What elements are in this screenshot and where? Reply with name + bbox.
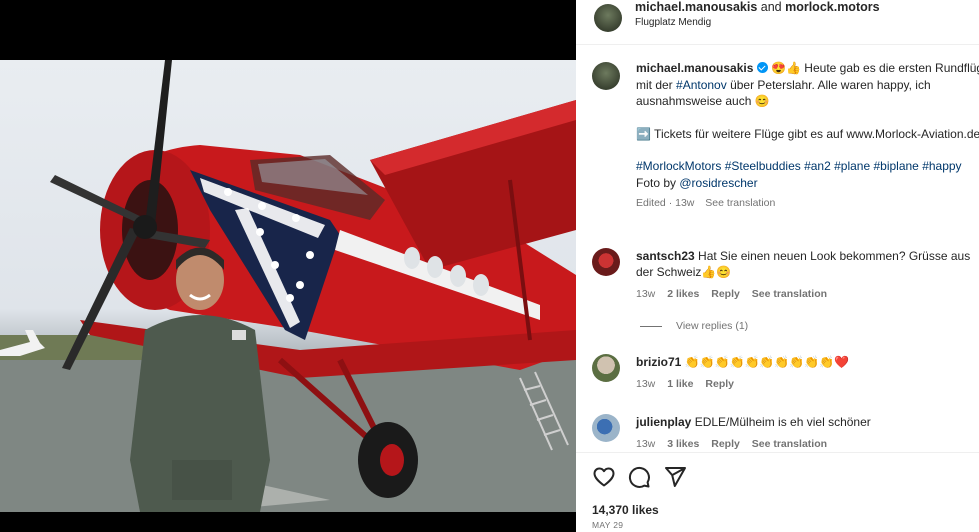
caption-edited-time: Edited · 13w: [636, 197, 695, 209]
comment-text: julienplay EDLE/Mülheim is eh viel schön…: [636, 414, 976, 430]
commenter-avatar[interactable]: [592, 354, 620, 382]
comment-icon[interactable]: [627, 465, 651, 489]
comment-likes-button[interactable]: 1 like: [667, 378, 693, 390]
comment-reply-button[interactable]: Reply: [711, 288, 740, 300]
share-icon[interactable]: [663, 465, 687, 489]
caption-emoji: 😍👍: [771, 61, 801, 75]
heart-icon[interactable]: [592, 465, 616, 489]
commenter-avatar[interactable]: [592, 414, 620, 442]
location-link[interactable]: Flugplatz Mendig: [635, 17, 711, 28]
commenter-username-link[interactable]: julienplay: [636, 415, 691, 429]
commenter-avatar[interactable]: [592, 248, 620, 276]
comment-time: 13w: [636, 288, 656, 300]
caption-foto-by: Foto by: [636, 175, 680, 190]
caption-see-translation-button[interactable]: See translation: [705, 197, 775, 209]
caption-author-avatar[interactable]: [592, 62, 620, 90]
post-media[interactable]: [0, 0, 576, 532]
comment-see-translation-button[interactable]: See translation: [752, 288, 827, 300]
verified-badge-icon: [756, 62, 768, 73]
post-header: michael.manousakis and morlock.motors Fl…: [576, 0, 979, 45]
commenter-username-link[interactable]: santsch23: [636, 249, 695, 263]
post-date[interactable]: MAY 29: [592, 520, 623, 530]
caption-username-link[interactable]: michael.manousakis: [636, 61, 753, 75]
comment-reply-button[interactable]: Reply: [705, 378, 734, 390]
comment-time: 13w: [636, 438, 656, 450]
caption-tickets-line: ➡️ Tickets für weitere Flüge gibt es auf…: [636, 126, 979, 141]
author-avatar[interactable]: [594, 4, 622, 32]
comment-text: brizio71 👏👏👏👏👏👏👏👏👏👏❤️: [636, 354, 976, 370]
photographer-mention-link[interactable]: @rosidrescher: [679, 176, 757, 190]
authors-conjunction: and: [757, 0, 786, 14]
comment-see-translation-button[interactable]: See translation: [752, 438, 827, 450]
post-authors: michael.manousakis and morlock.motors: [635, 0, 880, 14]
post-actions: 14,370 likes MAY 29: [576, 452, 979, 532]
comment-reply-button[interactable]: Reply: [711, 438, 740, 450]
comment-time: 13w: [636, 378, 656, 390]
comment-body: EDLE/Mülheim is eh viel schöner: [691, 415, 871, 429]
comment-text: santsch23 Hat Sie einen neuen Look bekom…: [636, 248, 976, 280]
airplane-photo: [0, 60, 576, 512]
likes-count-button[interactable]: 14,370 likes: [592, 503, 659, 517]
caption-text: michael.manousakis 😍👍 Heute gab es die e…: [636, 60, 979, 212]
comment-likes-button[interactable]: 2 likes: [667, 288, 699, 300]
caption-hashtags-link[interactable]: #MorlockMotors #Steelbuddies #an2 #plane…: [636, 158, 979, 175]
replies-divider-line: [640, 325, 662, 327]
author-username-link[interactable]: michael.manousakis: [635, 0, 757, 14]
comment-likes-button[interactable]: 3 likes: [667, 438, 699, 450]
hashtag-antonov-link[interactable]: #Antonov: [676, 78, 727, 92]
view-replies-label: View replies (1): [676, 320, 749, 332]
commenter-username-link[interactable]: brizio71: [636, 355, 681, 369]
view-replies-button[interactable]: View replies (1): [640, 320, 748, 332]
coauthor-username-link[interactable]: morlock.motors: [785, 0, 879, 14]
post-photo[interactable]: [0, 60, 576, 512]
comment-body: 👏👏👏👏👏👏👏👏👏👏❤️: [681, 355, 850, 369]
post-details-panel: michael.manousakis and morlock.motors Fl…: [576, 0, 979, 532]
